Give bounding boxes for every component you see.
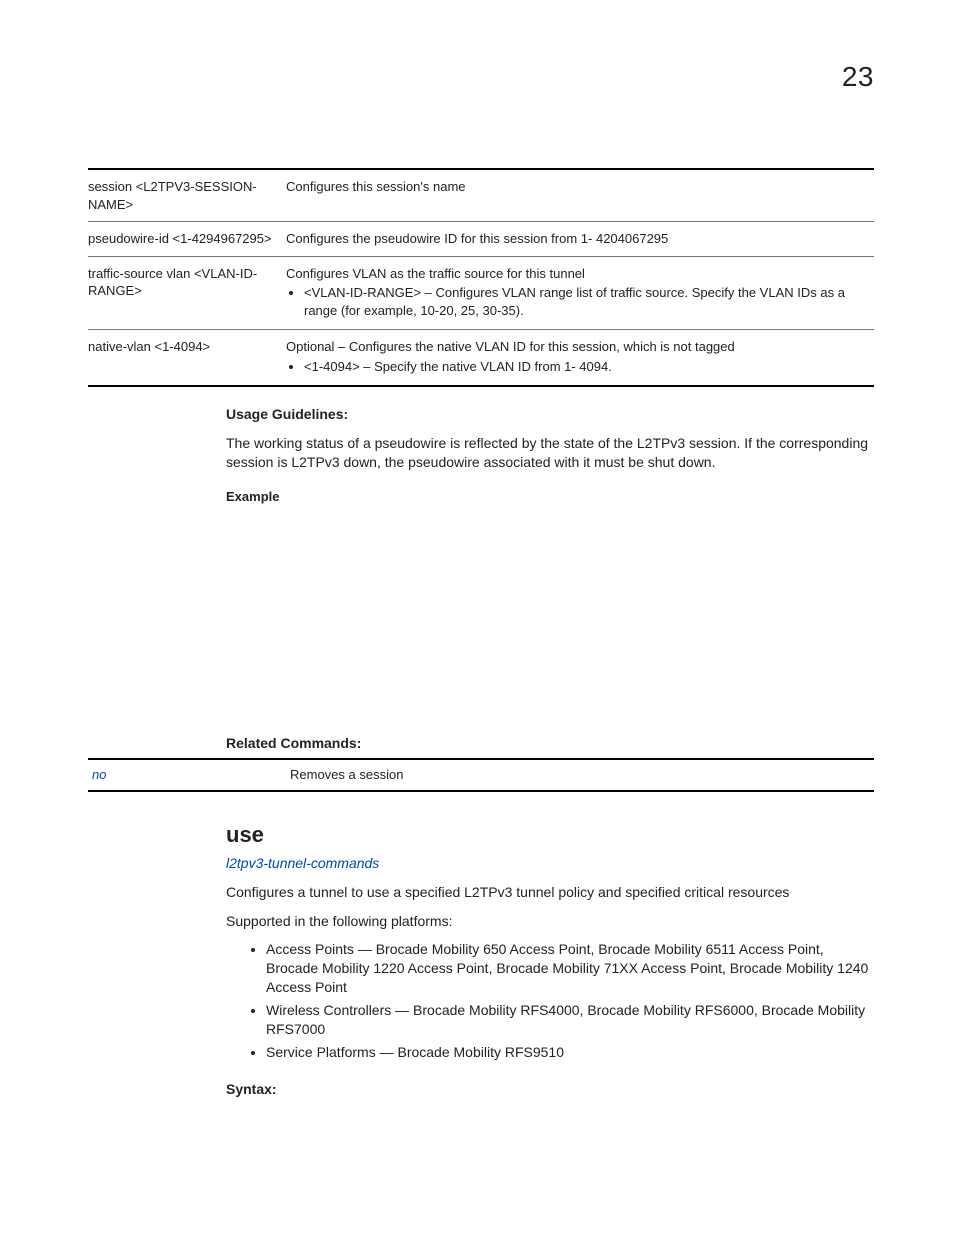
param-desc-text: Optional – Configures the native VLAN ID… bbox=[286, 339, 735, 354]
related-cmd-link[interactable]: no bbox=[88, 759, 286, 791]
param-name: traffic-source vlan <VLAN-ID-RANGE> bbox=[88, 256, 286, 330]
syntax-heading: Syntax: bbox=[226, 1080, 874, 1099]
list-item: Access Points — Brocade Mobility 650 Acc… bbox=[266, 940, 874, 997]
param-bullet: <1-4094> – Specify the native VLAN ID fr… bbox=[304, 358, 866, 376]
list-item: Wireless Controllers — Brocade Mobility … bbox=[266, 1001, 874, 1039]
parameters-table: session <L2TPV3-SESSION-NAME> Configures… bbox=[88, 168, 874, 387]
param-desc: Configures VLAN as the traffic source fo… bbox=[286, 256, 874, 330]
table-row: no Removes a session bbox=[88, 759, 874, 791]
param-desc: Optional – Configures the native VLAN ID… bbox=[286, 330, 874, 387]
usage-text: The working status of a pseudowire is re… bbox=[226, 434, 874, 472]
example-heading: Example bbox=[226, 488, 874, 506]
param-name: pseudowire-id <1-4294967295> bbox=[88, 222, 286, 257]
related-heading: Related Commands: bbox=[226, 734, 874, 753]
param-name: native-vlan <1-4094> bbox=[88, 330, 286, 387]
list-item: Service Platforms — Brocade Mobility RFS… bbox=[266, 1043, 874, 1062]
spacer bbox=[88, 506, 874, 716]
table-row: session <L2TPV3-SESSION-NAME> Configures… bbox=[88, 169, 874, 222]
usage-heading: Usage Guidelines: bbox=[226, 405, 874, 424]
page: 23 session <L2TPV3-SESSION-NAME> Configu… bbox=[0, 0, 954, 1235]
platforms-list: Access Points — Brocade Mobility 650 Acc… bbox=[266, 940, 874, 1061]
related-commands-table: no Removes a session bbox=[88, 758, 874, 792]
param-desc-text: Configures VLAN as the traffic source fo… bbox=[286, 266, 585, 281]
page-number: 23 bbox=[842, 58, 874, 96]
related-cmd-desc: Removes a session bbox=[286, 759, 874, 791]
param-desc: Configures the pseudowire ID for this se… bbox=[286, 222, 874, 257]
param-desc: Configures this session's name bbox=[286, 169, 874, 222]
param-bullet: <VLAN-ID-RANGE> – Configures VLAN range … bbox=[304, 284, 866, 319]
table-row: traffic-source vlan <VLAN-ID-RANGE> Conf… bbox=[88, 256, 874, 330]
table-row: pseudowire-id <1-4294967295> Configures … bbox=[88, 222, 874, 257]
category-link[interactable]: l2tpv3-tunnel-commands bbox=[226, 854, 874, 873]
use-intro: Configures a tunnel to use a specified L… bbox=[226, 883, 874, 902]
param-bullets: <VLAN-ID-RANGE> – Configures VLAN range … bbox=[304, 284, 866, 319]
param-bullets: <1-4094> – Specify the native VLAN ID fr… bbox=[304, 358, 866, 376]
param-name: session <L2TPV3-SESSION-NAME> bbox=[88, 169, 286, 222]
supported-intro: Supported in the following platforms: bbox=[226, 912, 874, 931]
use-heading: use bbox=[226, 820, 874, 850]
table-row: native-vlan <1-4094> Optional – Configur… bbox=[88, 330, 874, 387]
